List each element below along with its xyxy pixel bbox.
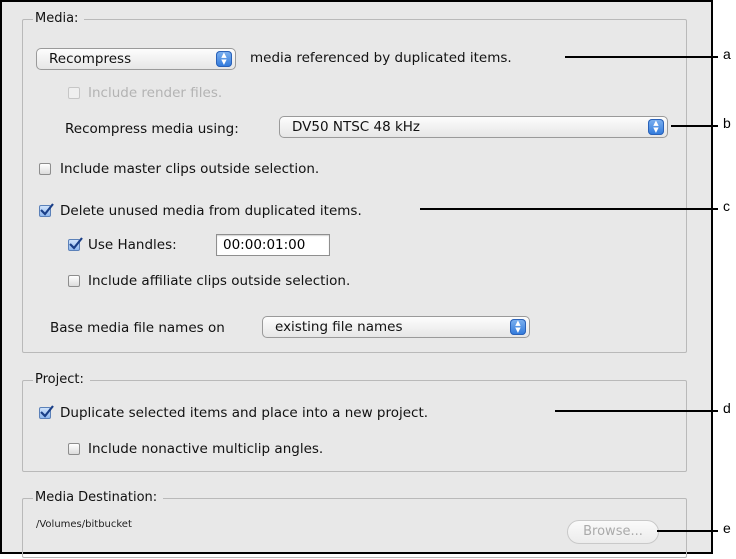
use-handles-label: Use Handles: xyxy=(88,237,177,253)
recompress-using-label: Recompress media using: xyxy=(65,121,239,137)
duplicate-project-checkbox[interactable] xyxy=(39,405,54,419)
base-names-value: existing file names xyxy=(275,319,403,335)
include-affiliate-label: Include affiliate clips outside selectio… xyxy=(88,273,351,289)
media-action-popup[interactable]: Recompress ▲ ▼ xyxy=(36,48,236,70)
delete-unused-checkbox[interactable] xyxy=(39,203,54,217)
include-render-checkbox xyxy=(68,87,80,99)
project-group-title: Project: xyxy=(33,371,90,389)
callout-label-e: e xyxy=(723,520,731,536)
callout-label-d: d xyxy=(723,400,731,416)
destination-path: /Volumes/bitbucket xyxy=(36,519,132,530)
callout-label-c: c xyxy=(723,198,730,214)
recompress-setting-popup[interactable]: DV50 NTSC 48 kHz ▲ ▼ xyxy=(279,116,668,138)
callout-line-b xyxy=(671,125,718,127)
callout-label-a: a xyxy=(723,46,731,62)
base-names-popup[interactable]: existing file names ▲ ▼ xyxy=(262,316,530,338)
media-action-suffix: media referenced by duplicated items. xyxy=(250,50,512,66)
include-render-label: Include render files. xyxy=(88,85,223,101)
handles-input[interactable]: 00:00:01:00 xyxy=(216,234,330,256)
media-action-value: Recompress xyxy=(49,51,132,67)
use-handles-checkbox[interactable] xyxy=(68,237,83,251)
media-group-title: Media: xyxy=(33,10,85,28)
include-nonactive-checkbox[interactable] xyxy=(68,443,80,455)
include-master-label: Include master clips outside selection. xyxy=(60,161,320,177)
callout-line-d xyxy=(555,410,718,412)
checkmark-icon xyxy=(69,237,83,250)
popup-arrows-icon: ▲ ▼ xyxy=(648,119,664,135)
callout-label-b: b xyxy=(723,115,731,131)
browse-button[interactable]: Browse... xyxy=(567,520,659,544)
include-affiliate-checkbox[interactable] xyxy=(68,275,80,287)
popup-arrows-icon: ▲ ▼ xyxy=(216,51,232,67)
callout-line-a xyxy=(565,56,718,58)
duplicate-project-label: Duplicate selected items and place into … xyxy=(60,405,429,421)
destination-group-title: Media Destination: xyxy=(33,489,164,507)
checkmark-icon xyxy=(40,405,54,418)
media-manager-panel: Media: Recompress ▲ ▼ media referenced by… xyxy=(0,0,713,558)
popup-arrows-icon: ▲ ▼ xyxy=(510,319,526,335)
base-names-label: Base media file names on xyxy=(50,320,225,336)
recompress-setting-value: DV50 NTSC 48 kHz xyxy=(292,119,421,135)
checkmark-icon xyxy=(40,203,54,216)
include-nonactive-label: Include nonactive multiclip angles. xyxy=(88,441,324,457)
callout-line-c xyxy=(420,208,718,210)
include-master-checkbox[interactable] xyxy=(39,163,51,175)
delete-unused-label: Delete unused media from duplicated item… xyxy=(60,203,362,219)
project-group: Project: xyxy=(22,371,687,472)
callout-line-e xyxy=(657,530,718,532)
